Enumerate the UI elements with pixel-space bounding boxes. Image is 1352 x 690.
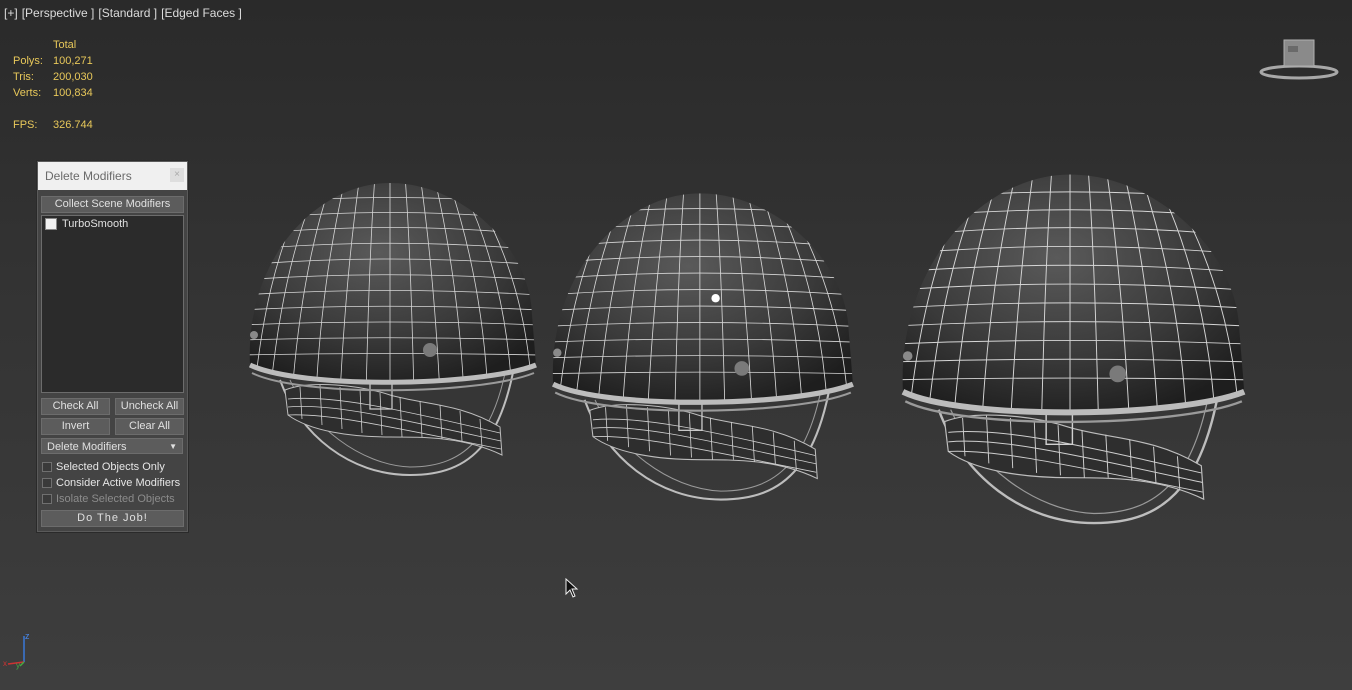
do-the-job-button[interactable]: Do The Job! (41, 510, 184, 527)
dropdown-value: Delete Modifiers (47, 441, 127, 453)
viewcube-icon[interactable] (1258, 36, 1340, 84)
chevron-down-icon: ▼ (169, 442, 177, 451)
verts-label: Verts: (13, 87, 42, 99)
verts-value: 100,834 (53, 87, 93, 99)
clear-all-button[interactable]: Clear All (115, 418, 184, 435)
checkbox-label: Consider Active Modifiers (56, 477, 181, 489)
viewport-display-menu[interactable]: [Edged Faces ] (161, 6, 242, 20)
viewport-label-menu[interactable]: [+] [Perspective ] [Standard ] [Edged Fa… (4, 6, 242, 20)
helmet-model-center[interactable] (540, 185, 865, 510)
fps-value: 326.744 (53, 119, 93, 131)
dialog-title: Delete Modifiers (45, 169, 132, 183)
helmet-model-left[interactable] (240, 175, 545, 485)
tris-value: 200,030 (53, 71, 93, 83)
list-item-checkbox[interactable] (45, 218, 57, 230)
pivot-point-icon (711, 294, 720, 303)
check-all-button[interactable]: Check All (41, 398, 110, 415)
list-item[interactable]: TurboSmooth (42, 216, 183, 232)
svg-text:y: y (16, 661, 20, 670)
mouse-cursor-icon (565, 578, 579, 598)
fps-label: FPS: (13, 119, 38, 131)
viewport-plus-menu[interactable]: [+] (4, 6, 18, 20)
viewport-shading-menu[interactable]: [Standard ] (98, 6, 157, 20)
svg-text:x: x (3, 659, 7, 668)
svg-text:z: z (25, 631, 30, 641)
isolate-selected-objects-checkbox: Isolate Selected Objects (42, 493, 175, 505)
consider-active-modifiers-checkbox[interactable]: Consider Active Modifiers (42, 477, 180, 489)
checkbox-label: Isolate Selected Objects (56, 493, 175, 505)
checkbox-box[interactable] (42, 478, 52, 488)
checkbox-box[interactable] (42, 462, 52, 472)
axis-tripod-icon: z x y (3, 631, 30, 670)
delete-modifiers-dialog: Delete Modifiers × Collect Scene Modifie… (37, 161, 188, 532)
modifier-list[interactable]: TurboSmooth (41, 215, 184, 393)
uncheck-all-button[interactable]: Uncheck All (115, 398, 184, 415)
stats-header: Total (53, 39, 77, 51)
viewport-pov-menu[interactable]: [Perspective ] (22, 6, 95, 20)
polys-value: 100,271 (53, 55, 93, 67)
selected-objects-only-checkbox[interactable]: Selected Objects Only (42, 461, 165, 473)
mode-dropdown[interactable]: Delete Modifiers ▼ (41, 438, 183, 454)
tris-label: Tris: (13, 71, 34, 83)
dialog-title-bar[interactable]: Delete Modifiers × (38, 162, 187, 190)
viewport-statistics: Total Polys: 100,271 Tris: 200,030 Verts: 1… (13, 37, 93, 133)
checkbox-label: Selected Objects Only (56, 461, 165, 473)
close-icon[interactable]: × (170, 168, 184, 182)
collect-scene-modifiers-button[interactable]: Collect Scene Modifiers (41, 196, 184, 213)
polys-label: Polys: (13, 55, 43, 67)
invert-button[interactable]: Invert (41, 418, 110, 435)
helmet-model-right[interactable] (882, 165, 1264, 535)
checkbox-box (42, 494, 52, 504)
list-item-label: TurboSmooth (62, 218, 129, 230)
